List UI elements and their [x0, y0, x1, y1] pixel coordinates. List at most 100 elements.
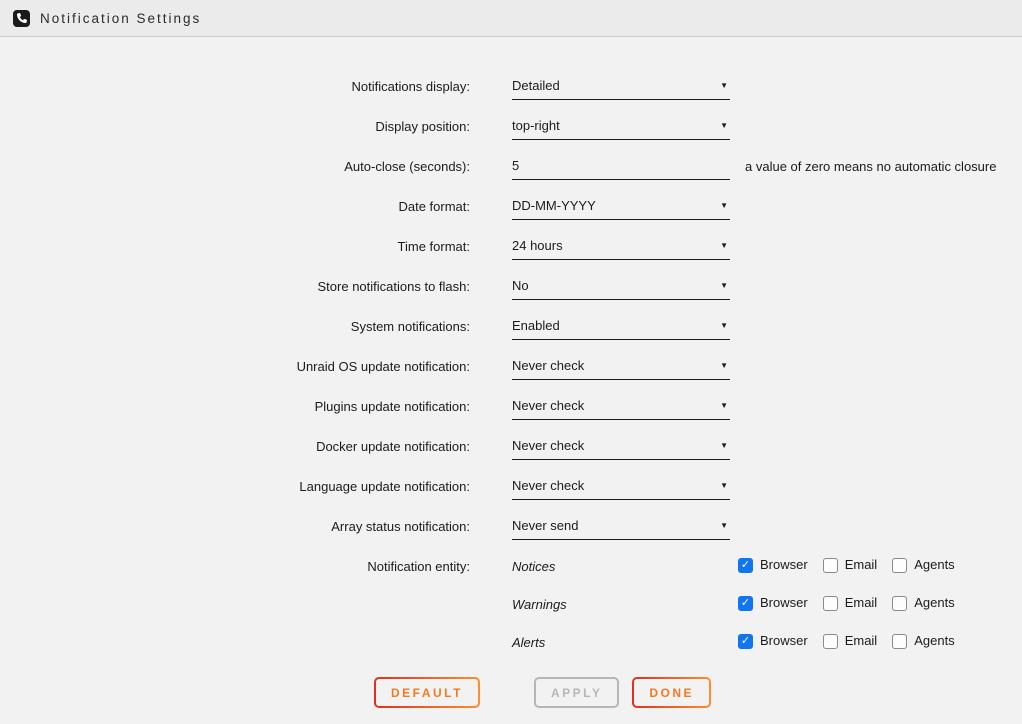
field-label: Date format:: [0, 198, 470, 215]
checkbox-alerts-email[interactable]: Email: [823, 633, 878, 649]
checkbox-label: Agents: [914, 557, 954, 573]
field-label: Auto-close (seconds):: [0, 158, 470, 175]
phone-icon-glyph: [17, 13, 27, 23]
chevron-down-icon: ▼: [720, 318, 728, 334]
checkbox-warnings-agents[interactable]: Agents: [892, 595, 954, 611]
checkbox-alerts-agents[interactable]: Agents: [892, 633, 954, 649]
checkbox-box[interactable]: [823, 558, 838, 573]
field-label: Plugins update notification:: [0, 398, 470, 415]
entity-name-notices: Notices: [512, 558, 738, 575]
checkbox-label: Email: [845, 557, 878, 573]
default-button-label: DEFAULT: [376, 679, 478, 706]
plugins-update-select[interactable]: Never check ▼: [512, 398, 730, 420]
page-title: Notification Settings: [40, 11, 201, 26]
form-row: Array status notification: Never send ▼: [0, 518, 1022, 558]
button-row: DEFAULT APPLY DONE: [374, 677, 1022, 708]
selected-value: Enabled: [512, 318, 560, 334]
field-note: a value of zero means no automatic closu…: [745, 158, 996, 175]
chevron-down-icon: ▼: [720, 278, 728, 294]
array-status-select[interactable]: Never send ▼: [512, 518, 730, 540]
form-row: Notifications display: Detailed ▼: [0, 78, 1022, 118]
checkbox-label: Browser: [760, 557, 808, 573]
chevron-down-icon: ▼: [720, 118, 728, 134]
field-label: [0, 634, 470, 635]
chevron-down-icon: ▼: [720, 358, 728, 374]
checkbox-box[interactable]: [738, 596, 753, 611]
titlebar: Notification Settings: [0, 0, 1022, 37]
auto-close-input[interactable]: [512, 158, 730, 174]
auto-close-field: [512, 158, 730, 180]
form-row: Language update notification: Never chec…: [0, 478, 1022, 518]
checkbox-alerts-browser[interactable]: Browser: [738, 633, 808, 649]
field-label: Notifications display:: [0, 78, 470, 95]
default-button[interactable]: DEFAULT: [374, 677, 480, 708]
system-notifications-select[interactable]: Enabled ▼: [512, 318, 730, 340]
field-label: Time format:: [0, 238, 470, 255]
selected-value: top-right: [512, 118, 560, 134]
chevron-down-icon: ▼: [720, 398, 728, 414]
checkbox-warnings-email[interactable]: Email: [823, 595, 878, 611]
selected-value: Never check: [512, 398, 584, 414]
selected-value: 24 hours: [512, 238, 563, 254]
checkbox-notices-agents[interactable]: Agents: [892, 557, 954, 573]
form-row: Auto-close (seconds): a value of zero me…: [0, 158, 1022, 198]
checkbox-box[interactable]: [823, 596, 838, 611]
form-row: Unraid OS update notification: Never che…: [0, 358, 1022, 398]
selected-value: Never check: [512, 438, 584, 454]
checkbox-warnings-browser[interactable]: Browser: [738, 595, 808, 611]
selected-value: DD-MM-YYYY: [512, 198, 596, 214]
checkbox-box[interactable]: [892, 634, 907, 649]
field-label: System notifications:: [0, 318, 470, 335]
checkbox-notices-browser[interactable]: Browser: [738, 557, 808, 573]
form-row: Time format: 24 hours ▼: [0, 238, 1022, 278]
form-row: Plugins update notification: Never check…: [0, 398, 1022, 438]
entity-row-notices: Notification entity: Notices Browser Ema…: [0, 558, 1022, 596]
form-row: Date format: DD-MM-YYYY ▼: [0, 198, 1022, 238]
selected-value: No: [512, 278, 529, 294]
time-format-select[interactable]: 24 hours ▼: [512, 238, 730, 260]
done-button[interactable]: DONE: [632, 677, 711, 708]
language-update-select[interactable]: Never check ▼: [512, 478, 730, 500]
selected-value: Never check: [512, 358, 584, 374]
notifications-display-select[interactable]: Detailed ▼: [512, 78, 730, 100]
date-format-select[interactable]: DD-MM-YYYY ▼: [512, 198, 730, 220]
selected-value: Never check: [512, 478, 584, 494]
checkbox-box[interactable]: [892, 596, 907, 611]
chevron-down-icon: ▼: [720, 438, 728, 454]
checkbox-label: Browser: [760, 595, 808, 611]
field-label: Docker update notification:: [0, 438, 470, 455]
phone-icon: [13, 10, 30, 27]
entity-name-warnings: Warnings: [512, 596, 738, 613]
checkbox-group-warnings: Browser Email Agents: [738, 595, 955, 611]
chevron-down-icon: ▼: [720, 78, 728, 94]
chevron-down-icon: ▼: [720, 198, 728, 214]
form-row: Store notifications to flash: No ▼: [0, 278, 1022, 318]
done-button-label: DONE: [634, 679, 709, 706]
checkbox-label: Agents: [914, 595, 954, 611]
entity-row-alerts: Alerts Browser Email Agents: [0, 634, 1022, 672]
checkbox-notices-email[interactable]: Email: [823, 557, 878, 573]
docker-update-select[interactable]: Never check ▼: [512, 438, 730, 460]
field-label: Unraid OS update notification:: [0, 358, 470, 375]
checkbox-group-alerts: Browser Email Agents: [738, 633, 955, 649]
notification-settings-form: Notifications display: Detailed ▼ Displa…: [0, 37, 1022, 708]
checkbox-label: Email: [845, 633, 878, 649]
chevron-down-icon: ▼: [720, 518, 728, 534]
form-row: System notifications: Enabled ▼: [0, 318, 1022, 358]
field-label: Language update notification:: [0, 478, 470, 495]
checkbox-group-notices: Browser Email Agents: [738, 557, 955, 573]
checkbox-box[interactable]: [738, 634, 753, 649]
field-label: [0, 596, 470, 597]
display-position-select[interactable]: top-right ▼: [512, 118, 730, 140]
checkbox-box[interactable]: [892, 558, 907, 573]
apply-button[interactable]: APPLY: [534, 677, 619, 708]
selected-value: Never send: [512, 518, 578, 534]
store-notifications-select[interactable]: No ▼: [512, 278, 730, 300]
form-row: Display position: top-right ▼: [0, 118, 1022, 158]
entity-name-alerts: Alerts: [512, 634, 738, 651]
chevron-down-icon: ▼: [720, 238, 728, 254]
checkbox-box[interactable]: [738, 558, 753, 573]
selected-value: Detailed: [512, 78, 560, 94]
unraid-os-update-select[interactable]: Never check ▼: [512, 358, 730, 380]
checkbox-box[interactable]: [823, 634, 838, 649]
